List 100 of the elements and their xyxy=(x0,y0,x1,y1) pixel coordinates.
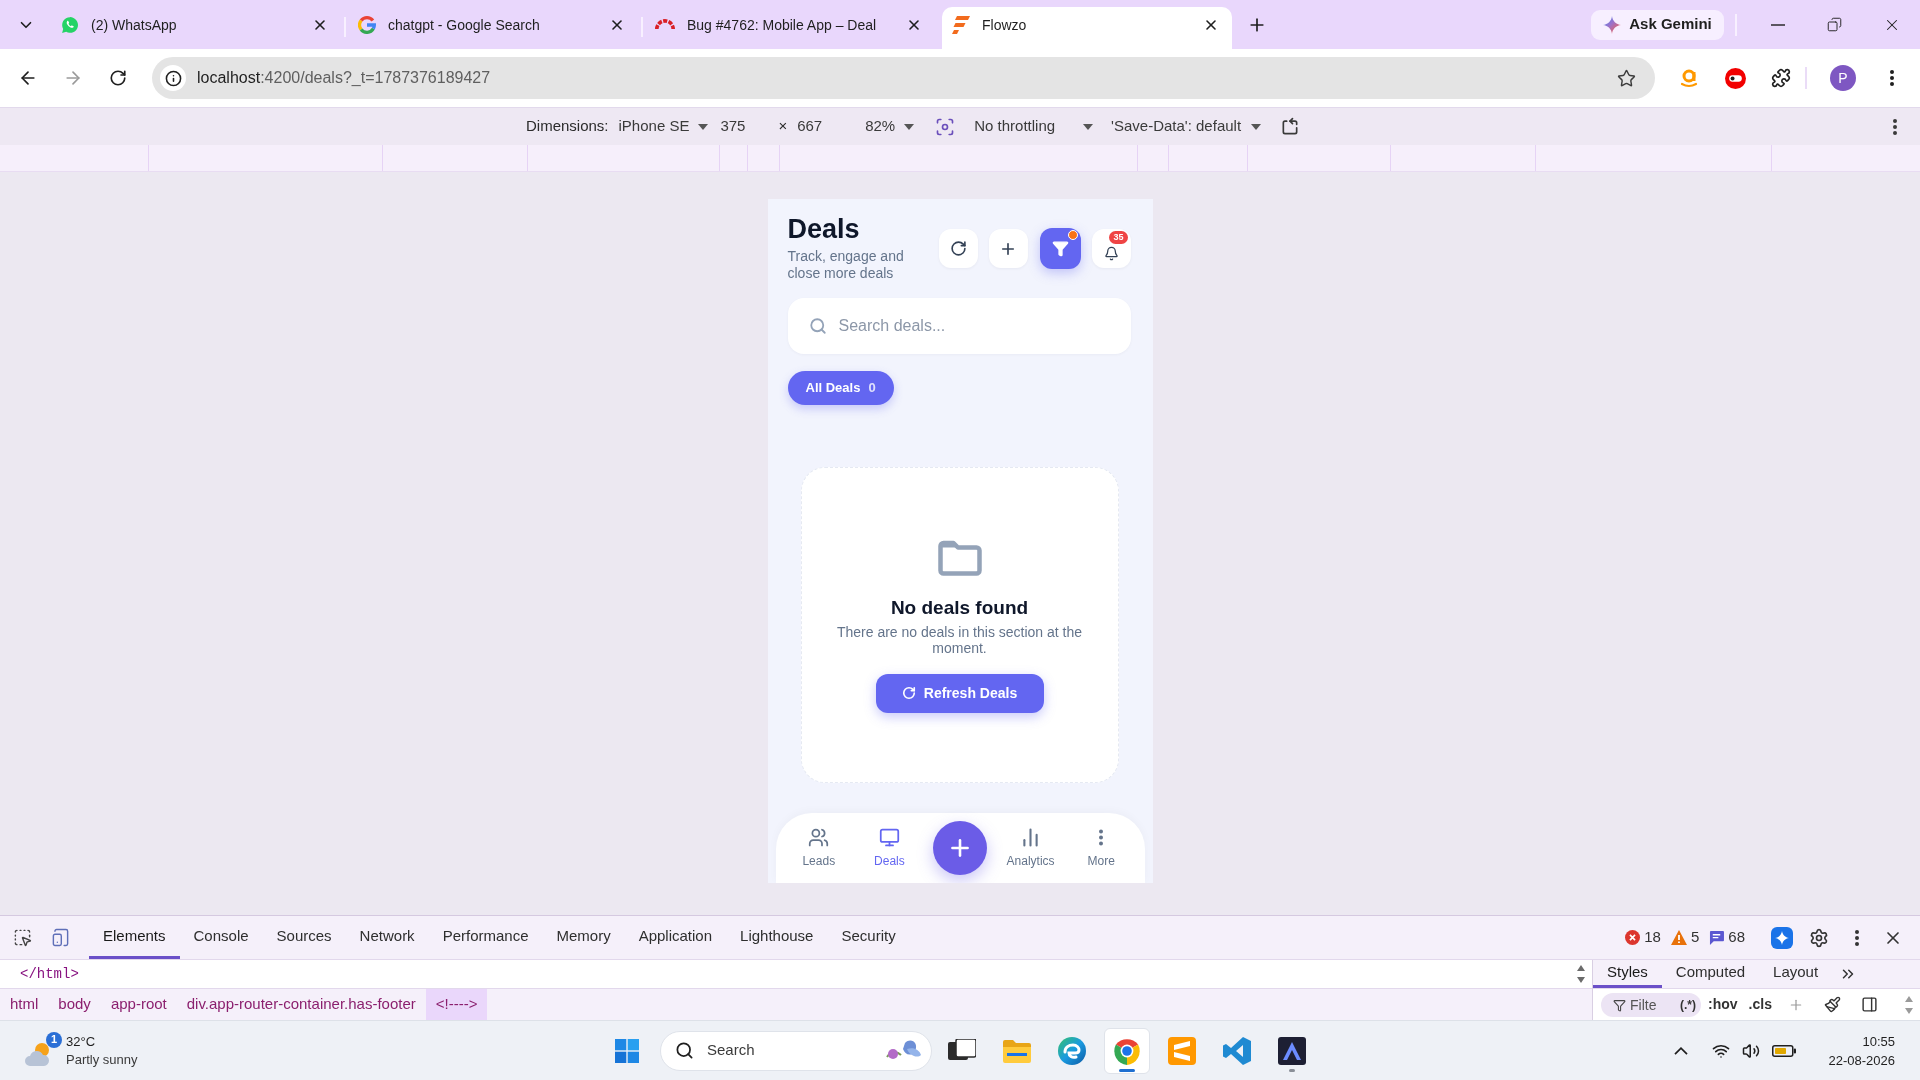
ribbon-logo-icon xyxy=(1223,1036,1251,1065)
width-field[interactable]: 375 xyxy=(720,115,767,138)
empty-state-title: No deals found xyxy=(890,595,1029,620)
close-icon xyxy=(312,17,328,33)
filter-icon xyxy=(1613,998,1626,1012)
star-icon xyxy=(1616,68,1636,88)
tricolor-circle-icon xyxy=(1113,1036,1141,1065)
styles-pane-tab[interactable]: Layout xyxy=(1759,960,1833,988)
browser-tab[interactable]: chatgpt - Google Search xyxy=(348,7,638,49)
error-icon xyxy=(1625,930,1641,945)
refresh-icon xyxy=(901,686,916,700)
nav-item[interactable]: Leads xyxy=(802,826,836,870)
close-tab-button[interactable] xyxy=(1203,17,1219,33)
zoom-select[interactable]: 82% xyxy=(865,115,915,138)
rotate-icon xyxy=(1280,116,1301,137)
count-badge: 1 xyxy=(46,1031,62,1048)
caret-icon xyxy=(1251,123,1262,130)
users-icon xyxy=(808,826,830,848)
height-field[interactable]: 667 xyxy=(797,115,842,138)
issues-counter[interactable]: 18 5 68 xyxy=(1625,926,1745,949)
search-icon xyxy=(808,317,827,335)
ask-gemini-button[interactable]: Ask Gemini xyxy=(1591,9,1724,40)
close-icon xyxy=(906,17,922,33)
refresh-deals-button[interactable]: Refresh Deals xyxy=(875,673,1044,713)
regex-toggle[interactable]: (.*) xyxy=(1680,996,1696,1013)
message-icon xyxy=(1709,930,1725,945)
panel-right-icon xyxy=(1861,996,1879,1013)
close-icon xyxy=(1203,17,1219,33)
filter-button[interactable] xyxy=(1039,228,1081,269)
caret-icon xyxy=(904,123,915,130)
arch-icon xyxy=(655,19,675,31)
browser-tab[interactable]: Flowzo xyxy=(942,7,1232,49)
more-options-icon xyxy=(1893,118,1897,135)
bookmark-button[interactable] xyxy=(1615,67,1637,89)
browser-tab[interactable]: Bug #4762: Mobile App – Deal xyxy=(645,7,935,49)
stripes-logo-icon xyxy=(952,16,970,34)
devtools-tab[interactable]: Network xyxy=(345,916,429,959)
devtools-tab[interactable]: Application xyxy=(624,916,727,959)
minimize-icon xyxy=(1770,23,1785,26)
puzzle-icon xyxy=(1771,68,1791,88)
taskbar-search[interactable]: Search xyxy=(660,1030,932,1071)
site-info-button[interactable] xyxy=(160,65,186,91)
multicolor-ring-icon xyxy=(358,16,376,34)
breadcrumb-item[interactable]: app-root xyxy=(100,989,177,1020)
caret-icon xyxy=(698,123,709,130)
devtools-tab[interactable]: Performance xyxy=(428,916,543,959)
filter-icon xyxy=(1051,240,1069,257)
add-fab-button[interactable] xyxy=(933,821,987,875)
stacked-windows-icon xyxy=(948,1038,976,1063)
breadcrumb-item[interactable]: div.app-router-container.has-footer xyxy=(176,989,426,1020)
battery-icon xyxy=(1772,1044,1796,1057)
breadcrumb-item[interactable]: body xyxy=(48,989,101,1020)
assistant-button[interactable] xyxy=(1771,926,1793,949)
sparkle-tile-icon xyxy=(1771,926,1793,949)
clock[interactable]: 10:55 22-08-2026 xyxy=(1815,1031,1895,1070)
save-data-select[interactable]: 'Save-Data': default xyxy=(1111,115,1262,138)
browser-tab[interactable]: (2) WhatsApp xyxy=(51,7,341,49)
breadcrumb-item[interactable]: <!----> xyxy=(425,989,488,1020)
devtools-tab[interactable]: Lighthouse xyxy=(726,916,828,959)
devtools-tab[interactable]: Console xyxy=(179,916,263,959)
viewfinder-icon xyxy=(935,116,956,137)
styles-pane-tab[interactable]: Computed xyxy=(1661,960,1760,988)
settings-button[interactable] xyxy=(1808,926,1830,949)
page-title: Deals xyxy=(787,213,861,245)
refresh-icon xyxy=(949,240,967,257)
class-toggle-button[interactable]: .cls xyxy=(1748,994,1772,1015)
close-icon xyxy=(609,17,625,33)
devtools-tab[interactable]: Security xyxy=(827,916,910,959)
refresh-button[interactable] xyxy=(938,229,978,268)
html-closing-tag: </html> xyxy=(20,963,79,985)
breadcrumb-item[interactable]: html xyxy=(0,989,49,1020)
devtools-tab[interactable]: Sources xyxy=(262,916,346,959)
search-field[interactable]: Search deals... xyxy=(787,298,1131,354)
bell-icon xyxy=(1103,245,1119,261)
weather-widget[interactable]: 1 32°C Partly sunny xyxy=(20,1027,148,1074)
color-format-button[interactable] xyxy=(1823,995,1842,1014)
address-bar[interactable]: localhost:4200/deals?_t=1787376189427 xyxy=(152,57,1655,99)
throttling-select[interactable]: No throttling xyxy=(974,115,1094,138)
devices-icon xyxy=(50,928,70,947)
info-icon xyxy=(164,69,182,87)
hover-state-button[interactable]: :hov xyxy=(1708,994,1738,1015)
sidebar-toggle-button[interactable] xyxy=(1860,995,1879,1014)
notifications-button[interactable]: 35 xyxy=(1091,229,1131,268)
profile-avatar[interactable]: P xyxy=(1830,65,1856,91)
chat-bubble-icon xyxy=(61,16,79,34)
chevron-up-icon xyxy=(1674,1046,1688,1055)
search-icon xyxy=(675,1041,694,1060)
add-button[interactable] xyxy=(988,229,1028,268)
nav-item[interactable]: Analytics xyxy=(1006,826,1055,870)
close-tab-button[interactable] xyxy=(312,17,328,33)
filter-chip[interactable]: All Deals 0 xyxy=(787,371,894,405)
close-tab-button[interactable] xyxy=(609,17,625,33)
reload-icon xyxy=(109,69,127,87)
devtools-tab[interactable]: Memory xyxy=(542,916,625,959)
close-tab-button[interactable] xyxy=(906,17,922,33)
scroll-arrows-icon xyxy=(1904,994,1914,1015)
nav-item[interactable]: More xyxy=(1087,826,1115,870)
nav-item[interactable]: Deals xyxy=(874,826,905,870)
device-select[interactable]: iPhone SE xyxy=(618,115,709,138)
swirl-icon xyxy=(1058,1036,1086,1065)
